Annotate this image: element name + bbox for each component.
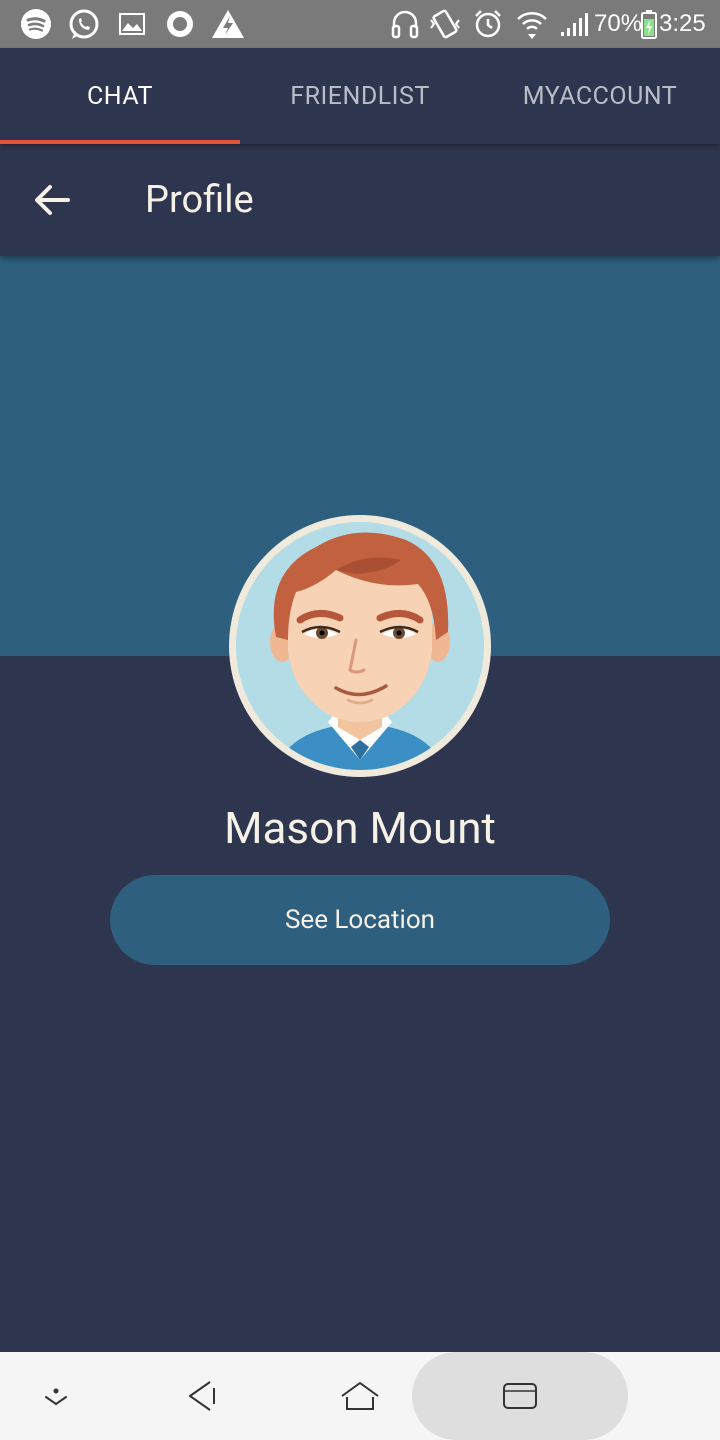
tab-myaccount-label: MYACCOUNT [522, 81, 678, 111]
whatsapp-icon [67, 8, 101, 46]
navigation-bar [0, 1352, 720, 1440]
back-button[interactable] [22, 170, 82, 230]
tab-chat[interactable]: CHAT [0, 48, 240, 144]
home-nav-button[interactable] [330, 1352, 390, 1440]
arrow-left-icon [35, 185, 70, 215]
tab-friendlist[interactable]: FRIENDLIST [240, 48, 480, 144]
status-time: 3:25 [659, 10, 706, 37]
toolbar: Profile [0, 144, 720, 256]
tab-chat-label: CHAT [87, 81, 153, 111]
tab-myaccount[interactable]: MYACCOUNT [480, 48, 720, 144]
tab-indicator [0, 140, 240, 144]
avatar[interactable] [229, 515, 491, 777]
battery-percentage: 70% [594, 10, 643, 37]
record-icon [165, 8, 195, 44]
alarm-icon [472, 8, 504, 44]
tab-bar: CHAT FRIENDLIST MYACCOUNT [0, 48, 720, 144]
back-icon [189, 1381, 215, 1411]
cartoon-man-avatar [236, 522, 484, 770]
dropdown-icon [45, 1388, 67, 1406]
home-icon [341, 1382, 379, 1410]
profile-name: Mason Mount [224, 802, 496, 854]
signal-icon [558, 8, 590, 44]
status-bar: 70% 3:25 [0, 0, 720, 48]
page-title: Profile [145, 178, 254, 222]
spotify-icon [20, 8, 52, 44]
tab-friendlist-label: FRIENDLIST [290, 81, 430, 111]
recents-icon [503, 1383, 537, 1409]
wifi-icon [515, 8, 549, 44]
headphones-icon [389, 8, 421, 44]
gallery-icon [118, 8, 146, 44]
battery-charging-icon [640, 8, 658, 44]
see-location-button[interactable]: See Location [110, 875, 610, 965]
see-location-label: See Location [284, 905, 436, 935]
recents-nav-button[interactable] [490, 1352, 550, 1440]
vibrate-icon [428, 8, 462, 44]
warning-icon [210, 8, 246, 44]
dropdown-button[interactable] [28, 1352, 84, 1440]
back-nav-button[interactable] [172, 1352, 232, 1440]
